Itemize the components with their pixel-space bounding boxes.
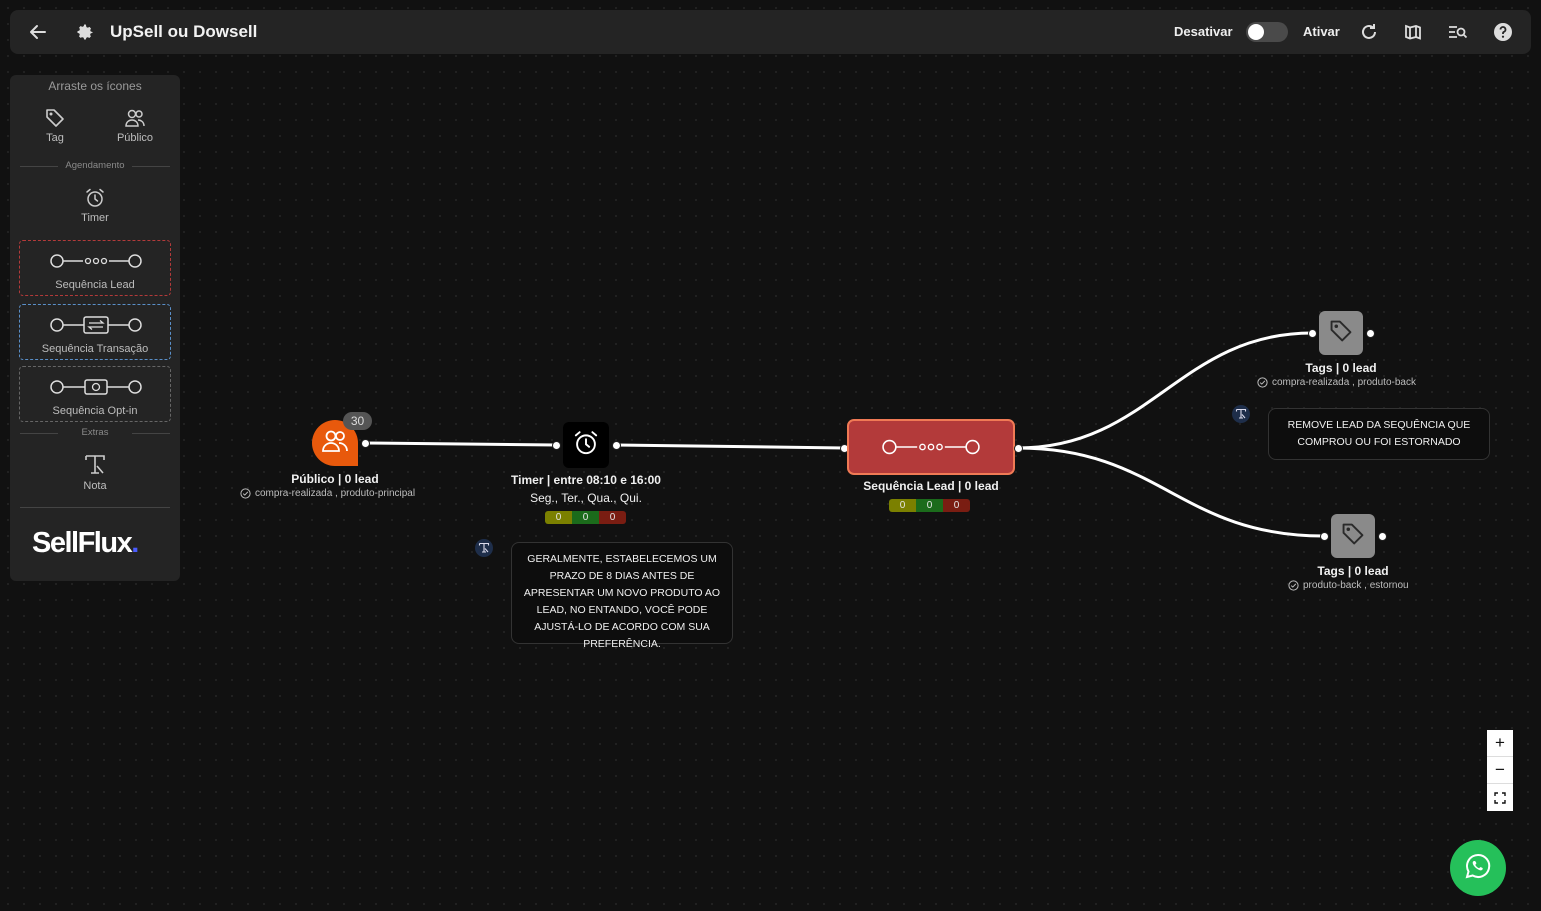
sequence-counter-error: 0 <box>943 499 970 512</box>
tags-bottom-node-filters: produto-back , estornou <box>1288 580 1409 591</box>
tags-bottom-input-port[interactable] <box>1320 532 1329 541</box>
timer-input-port[interactable] <box>552 441 561 450</box>
tags-bottom-node-label: Tags | 0 lead <box>1317 564 1389 578</box>
tag-icon <box>1340 521 1366 552</box>
timer-counter-pending: 0 <box>545 511 572 524</box>
timer-node-days: Seg., Ter., Qua., Qui. <box>530 491 642 505</box>
users-icon <box>321 429 349 458</box>
alarm-clock-icon <box>572 429 600 462</box>
timer-counter-error: 0 <box>599 511 626 524</box>
audience-output-port[interactable] <box>361 439 370 448</box>
timer-node-label: Timer | entre 08:10 e 16:00 <box>511 473 661 487</box>
note-text-icon[interactable] <box>1232 405 1250 423</box>
timer-counter-success: 0 <box>572 511 599 524</box>
lead-sequence-node[interactable] <box>847 419 1015 475</box>
lead-sequence-node-label: Sequência Lead | 0 lead <box>863 479 999 493</box>
tags-top-node-label: Tags | 0 lead <box>1305 361 1377 375</box>
note-text-icon[interactable] <box>475 539 493 557</box>
tags-bottom-node[interactable] <box>1331 514 1375 558</box>
zoom-controls: + − <box>1487 730 1513 811</box>
fit-view-icon[interactable] <box>1487 784 1513 811</box>
tags-top-input-port[interactable] <box>1308 329 1317 338</box>
sequence-counters: 0 0 0 <box>889 499 970 512</box>
sequence-output-port[interactable] <box>1014 444 1023 453</box>
zoom-out-icon[interactable]: − <box>1487 757 1513 784</box>
tags-top-output-port[interactable] <box>1366 329 1375 338</box>
timer-counters: 0 0 0 <box>545 511 626 524</box>
audience-node-label: Público | 0 lead <box>291 472 379 486</box>
sequence-counter-success: 0 <box>916 499 943 512</box>
check-circle-icon <box>1257 377 1268 388</box>
tags-top-node[interactable] <box>1319 311 1363 355</box>
lead-sequence-icon <box>882 439 980 455</box>
audience-count-badge: 30 <box>343 412 372 430</box>
edge-timer-sequence <box>615 443 845 450</box>
check-circle-icon <box>240 488 251 499</box>
timer-node[interactable] <box>563 422 609 468</box>
whatsapp-button[interactable] <box>1450 840 1506 896</box>
check-circle-icon <box>1288 580 1299 591</box>
tags-top-node-filters: compra-realizada , produto-back <box>1257 377 1416 388</box>
zoom-in-icon[interactable]: + <box>1487 730 1513 757</box>
tags-bottom-output-port[interactable] <box>1378 532 1387 541</box>
sequence-counter-pending: 0 <box>889 499 916 512</box>
note-card-remove-lead[interactable]: REMOVE LEAD DA SEQUÊNCIA QUE COMPROU OU … <box>1268 408 1490 460</box>
tag-icon <box>1328 318 1354 349</box>
audience-node-filters: compra-realizada , produto-principal <box>240 488 415 499</box>
edge-audience-timer <box>364 441 557 447</box>
timer-output-port[interactable] <box>612 441 621 450</box>
whatsapp-icon <box>1464 852 1492 885</box>
edge-sequence-tags-bottom <box>1017 446 1325 538</box>
note-card-timing[interactable]: GERALMENTE, ESTABELECEMOS UM PRAZO DE 8 … <box>511 542 733 650</box>
